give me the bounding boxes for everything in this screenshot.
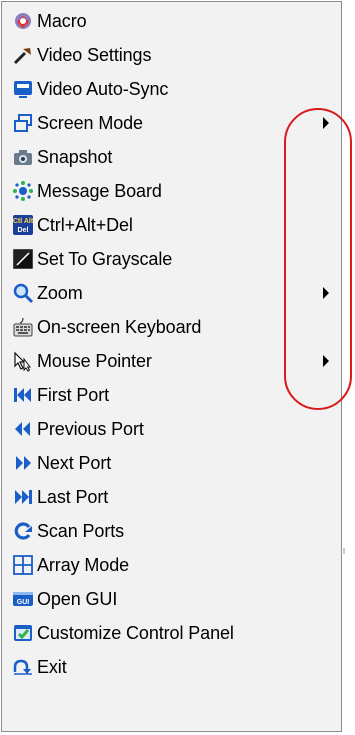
control-panel-icon [12, 622, 34, 644]
menu-item-label: Previous Port [37, 418, 144, 439]
menu-item-label: On-screen Keyboard [37, 316, 202, 337]
menu-item-label: Exit [37, 656, 67, 677]
gui-text: GUI [17, 599, 30, 606]
submenu-highlight-oval [284, 108, 352, 410]
menu-item-scan-ports[interactable]: Scan Ports [5, 514, 337, 548]
last-port-icon [12, 486, 34, 508]
ctrl-alt-text: Ctl Alt [13, 218, 34, 225]
menu-item-customize-control-panel[interactable]: Customize Control Panel [5, 616, 337, 650]
menu-item-macro[interactable]: Macro [5, 4, 337, 38]
menu-item-video-settings[interactable]: Video Settings [5, 38, 337, 72]
menu-item-array-mode[interactable]: Array Mode [5, 548, 337, 582]
menu-item-last-port[interactable]: Last Port [5, 480, 337, 514]
keyboard-icon [12, 316, 34, 338]
menu-item-label: Snapshot [37, 146, 113, 167]
menu-item-label: Mouse Pointer [37, 350, 152, 371]
grayscale-icon [12, 248, 34, 270]
magnifier-icon [12, 282, 34, 304]
message-board-icon [12, 180, 34, 202]
macro-icon [12, 10, 34, 32]
next-port-icon [12, 452, 34, 474]
first-port-icon [12, 384, 34, 406]
wrench-icon [12, 44, 34, 66]
menu-item-open-gui[interactable]: GUI Open GUI [5, 582, 337, 616]
menu-item-label: Next Port [37, 452, 112, 473]
menu-item-label: Customize Control Panel [37, 622, 234, 643]
menu-item-next-port[interactable]: Next Port [5, 446, 337, 480]
mouse-pointer-icon [12, 350, 34, 372]
menu-item-label: Scan Ports [37, 520, 125, 541]
menu-item-label: Zoom [37, 282, 83, 303]
menu-item-label: Message Board [37, 180, 162, 201]
camera-icon [12, 146, 34, 168]
scrollbar-mark [343, 548, 345, 554]
ctrl-alt-del-icon: Ctl Alt Del [12, 214, 34, 236]
exit-icon [12, 656, 34, 678]
monitor-icon [12, 78, 34, 100]
scan-icon [12, 520, 34, 542]
menu-item-label: Macro [37, 10, 87, 31]
screen-mode-icon [12, 112, 34, 134]
menu-item-label: First Port [37, 384, 110, 405]
menu-item-label: Video Settings [37, 44, 152, 65]
menu-item-label: Ctrl+Alt+Del [37, 214, 133, 235]
menu-item-label: Screen Mode [37, 112, 143, 133]
grid-icon [12, 554, 34, 576]
menu-item-label: Array Mode [37, 554, 130, 575]
menu-item-label: Last Port [37, 486, 109, 507]
menu-item-label: Open GUI [37, 588, 118, 609]
menu-item-exit[interactable]: Exit [5, 650, 337, 684]
menu-item-label: Video Auto-Sync [37, 78, 169, 99]
gui-icon: GUI [12, 588, 34, 610]
previous-port-icon [12, 418, 34, 440]
menu-item-label: Set To Grayscale [37, 248, 173, 269]
menu-item-previous-port[interactable]: Previous Port [5, 412, 337, 446]
menu-item-video-auto-sync[interactable]: Video Auto-Sync [5, 72, 337, 106]
del-text: Del [18, 227, 29, 234]
